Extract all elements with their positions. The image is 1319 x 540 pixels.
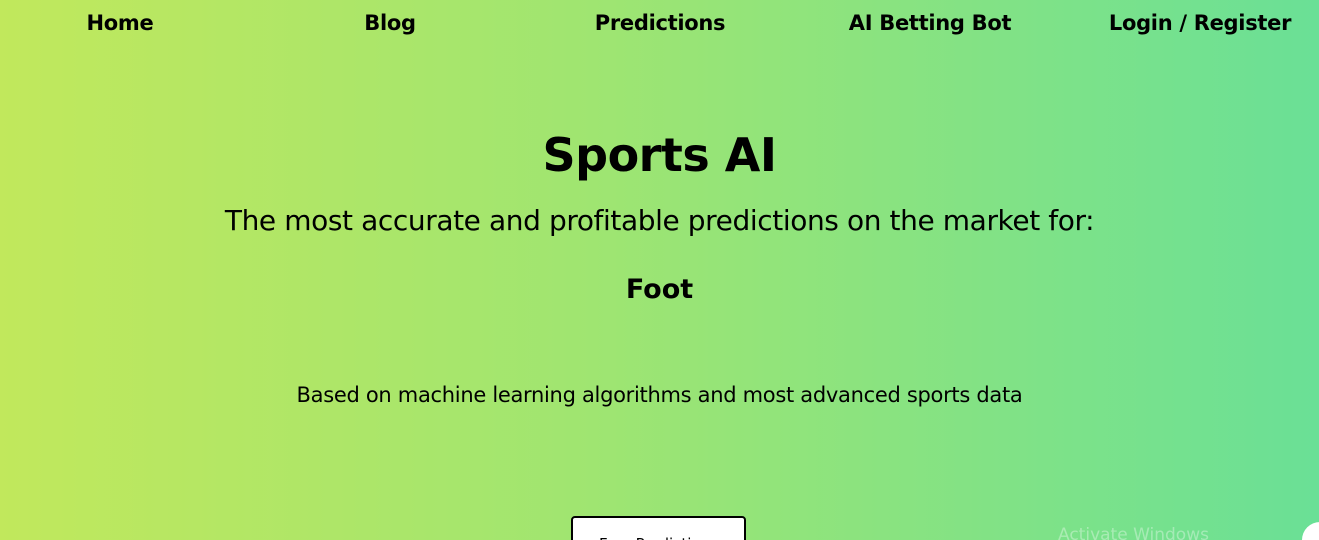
nav-login-register-link[interactable]: Login / Register [1109, 11, 1292, 35]
free-predictions-button[interactable]: Free Predictions [571, 516, 746, 540]
activate-windows-watermark: Activate Windows [1058, 525, 1209, 540]
chat-widget-icon[interactable] [1302, 522, 1319, 540]
nav-blog-link[interactable]: Blog [364, 11, 416, 35]
nav-home-link[interactable]: Home [87, 11, 154, 35]
hero-description: Based on machine learning algorithms and… [296, 383, 1023, 407]
hero-subtitle: The most accurate and profitable predict… [224, 204, 1095, 237]
nav-ai-betting-bot-link[interactable]: AI Betting Bot [849, 11, 1012, 35]
nav-predictions-link[interactable]: Predictions [595, 11, 726, 35]
hero-sport-label: Foot [625, 274, 694, 305]
top-navigation: Home Blog Predictions AI Betting Bot Log… [0, 0, 1319, 50]
hero-title: Sports AI [542, 128, 777, 182]
